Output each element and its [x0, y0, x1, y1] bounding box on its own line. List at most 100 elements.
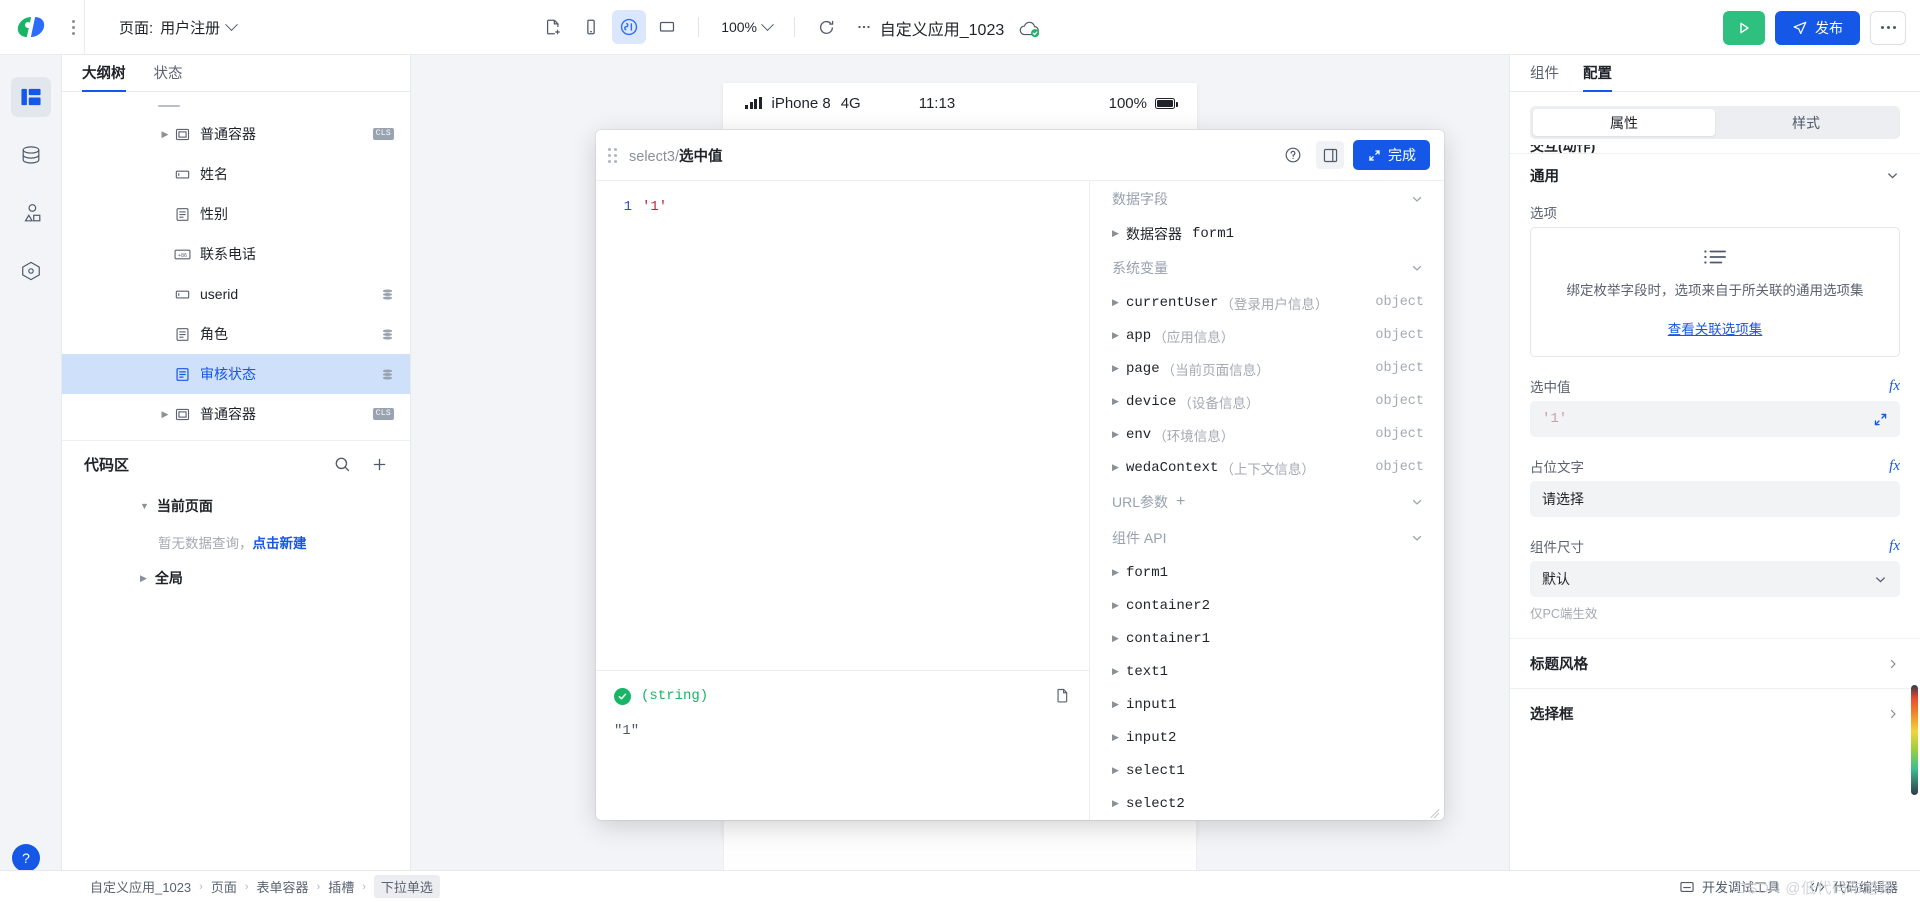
section-header-url-params[interactable]: URL参数 +: [1090, 484, 1444, 520]
chevron-right-icon[interactable]: ▶: [1112, 765, 1126, 776]
chevron-right-icon[interactable]: ▶: [1112, 330, 1126, 341]
more-tools-icon[interactable]: [847, 10, 881, 44]
tree-node-phone[interactable]: +86 联系电话: [62, 234, 410, 274]
breadcrumb-item-4[interactable]: 下拉单选: [373, 875, 440, 898]
chevron-right-icon[interactable]: ▶: [158, 129, 172, 140]
debug-tool-button[interactable]: 开发调试工具: [1679, 877, 1780, 896]
rail-item-plugin[interactable]: [11, 251, 51, 291]
api-row-select1[interactable]: ▶ select1: [1090, 754, 1444, 787]
row-select-box[interactable]: 选择框: [1510, 688, 1920, 738]
chevron-right-icon[interactable]: ▶: [1112, 699, 1126, 710]
plus-icon[interactable]: +: [1176, 493, 1185, 511]
chevron-right-icon[interactable]: ▶: [1112, 633, 1126, 644]
cloud-saved-icon[interactable]: [1018, 19, 1040, 37]
tab-components[interactable]: 组件: [1530, 62, 1559, 91]
api-row-input2[interactable]: ▶ input2: [1090, 721, 1444, 754]
chevron-right-icon[interactable]: ▶: [1112, 732, 1126, 743]
api-row-form1[interactable]: ▶ form1: [1090, 556, 1444, 589]
selected-value-input[interactable]: '1': [1530, 401, 1900, 437]
group-header-general[interactable]: 通用: [1510, 153, 1920, 197]
tree-node-gender[interactable]: 性别: [62, 194, 410, 234]
view-option-set-link[interactable]: 查看关联选项集: [1557, 318, 1873, 338]
refresh-icon[interactable]: [809, 10, 843, 44]
api-row-container2[interactable]: ▶ container2: [1090, 589, 1444, 622]
search-icon[interactable]: [334, 456, 351, 473]
code-group-global[interactable]: ▶ 全局: [62, 559, 410, 597]
new-page-icon[interactable]: [536, 10, 570, 44]
logo-container[interactable]: [0, 16, 62, 38]
rail-item-layout[interactable]: [10, 77, 51, 117]
right-panel-scroll[interactable]: 交互(动作) 通用 选项 绑定枚举字段时，选项来自于所关联的通用选项集 查看关联…: [1510, 139, 1920, 870]
breadcrumb-item-1[interactable]: 页面: [211, 877, 237, 896]
question-icon[interactable]: [1279, 141, 1307, 169]
breadcrumb-item-0[interactable]: 自定义应用_1023: [90, 877, 191, 896]
code-editor-button[interactable]: 代码编辑器: [1808, 877, 1898, 896]
chevron-right-icon[interactable]: ▶: [1112, 297, 1126, 308]
chevron-right-icon[interactable]: ▶: [1112, 363, 1126, 374]
run-button[interactable]: [1723, 10, 1765, 45]
variable-row-wedacontext[interactable]: ▶ wedaContext （上下文信息） object: [1090, 451, 1444, 484]
panel-toggle-icon[interactable]: [1316, 141, 1344, 169]
done-button[interactable]: 完成: [1353, 140, 1430, 170]
variable-row-env[interactable]: ▶ env （环境信息） object: [1090, 418, 1444, 451]
variable-row-currentuser[interactable]: ▶ currentUser （登录用户信息） object: [1090, 286, 1444, 319]
modal-resize-handle[interactable]: [1429, 805, 1441, 817]
api-row-container1[interactable]: ▶ container1: [1090, 622, 1444, 655]
main-menu-icon[interactable]: [62, 19, 84, 35]
variable-row-page[interactable]: ▶ page （当前页面信息） object: [1090, 352, 1444, 385]
code-create-link[interactable]: 点击新建: [253, 532, 307, 552]
size-select[interactable]: 默认: [1530, 561, 1900, 597]
rail-item-shapes[interactable]: [11, 193, 51, 233]
mobile-view-icon[interactable]: [574, 10, 608, 44]
drag-handle-icon[interactable]: [608, 147, 617, 163]
chevron-right-icon[interactable]: ▶: [1112, 666, 1126, 677]
tree-node-role[interactable]: 角色: [62, 314, 410, 354]
tab-state[interactable]: 状态: [154, 62, 183, 91]
chevron-down-icon[interactable]: [1885, 168, 1900, 183]
tree-node-container-top[interactable]: ▶ 普通容器 CLS: [62, 114, 410, 154]
fx-icon[interactable]: fx: [1889, 378, 1900, 395]
chevron-right-icon[interactable]: ▶: [158, 409, 172, 420]
code-editor[interactable]: 1 '1': [596, 181, 1089, 670]
code-group-current-page[interactable]: ▼ 当前页面: [62, 487, 410, 525]
page-selector[interactable]: 页面: 用户注册: [119, 17, 239, 38]
chevron-right-icon[interactable]: ▶: [1112, 567, 1126, 578]
variable-row-device[interactable]: ▶ device （设备信息） object: [1090, 385, 1444, 418]
chevron-right-icon[interactable]: ▶: [1112, 429, 1126, 440]
code-text[interactable]: '1': [642, 197, 667, 217]
segment-properties[interactable]: 属性: [1533, 109, 1715, 136]
modal-header[interactable]: select3/选中值 完成: [596, 130, 1444, 181]
help-button[interactable]: ?: [12, 844, 40, 872]
right-panel-scrollbar[interactable]: [1911, 685, 1918, 795]
fx-icon[interactable]: fx: [1889, 538, 1900, 555]
component-view-icon[interactable]: [612, 10, 647, 44]
section-header-data-fields[interactable]: 数据字段: [1090, 181, 1444, 217]
tab-config[interactable]: 配置: [1583, 62, 1612, 92]
desktop-view-icon[interactable]: [650, 10, 684, 44]
chevron-right-icon[interactable]: ▶: [1112, 396, 1126, 407]
chevron-down-icon[interactable]: [1410, 531, 1424, 545]
plus-icon[interactable]: [371, 456, 388, 473]
tree-node-userid[interactable]: userid: [62, 274, 410, 314]
chevron-down-icon[interactable]: [1873, 572, 1888, 587]
chevron-down-icon[interactable]: [1410, 495, 1424, 509]
chevron-down-icon[interactable]: [1410, 192, 1424, 206]
breadcrumb-item-2[interactable]: 表单容器: [257, 877, 309, 896]
section-header-component-api[interactable]: 组件 API: [1090, 520, 1444, 556]
chevron-down-icon[interactable]: [1410, 261, 1424, 275]
chevron-right-icon[interactable]: ▶: [1112, 798, 1126, 809]
segment-styles[interactable]: 样式: [1715, 109, 1897, 136]
api-row-text1[interactable]: ▶ text1: [1090, 655, 1444, 688]
rail-item-database[interactable]: [11, 135, 51, 175]
tab-outline-tree[interactable]: 大纲树: [82, 62, 126, 92]
api-row-select2[interactable]: ▶ select2: [1090, 787, 1444, 820]
variable-row-form-container[interactable]: ▶ 数据容器 form1: [1090, 217, 1444, 250]
tree-node-name[interactable]: 姓名: [62, 154, 410, 194]
row-title-style[interactable]: 标题风格: [1510, 638, 1920, 688]
breadcrumb-item-3[interactable]: 插槽: [328, 877, 354, 896]
top-more-button[interactable]: [1870, 10, 1906, 45]
chevron-right-icon[interactable]: ▶: [1112, 600, 1126, 611]
tree-node-audit-status[interactable]: 审核状态: [62, 354, 410, 394]
fx-icon[interactable]: fx: [1889, 458, 1900, 475]
publish-button[interactable]: 发布: [1775, 10, 1860, 45]
